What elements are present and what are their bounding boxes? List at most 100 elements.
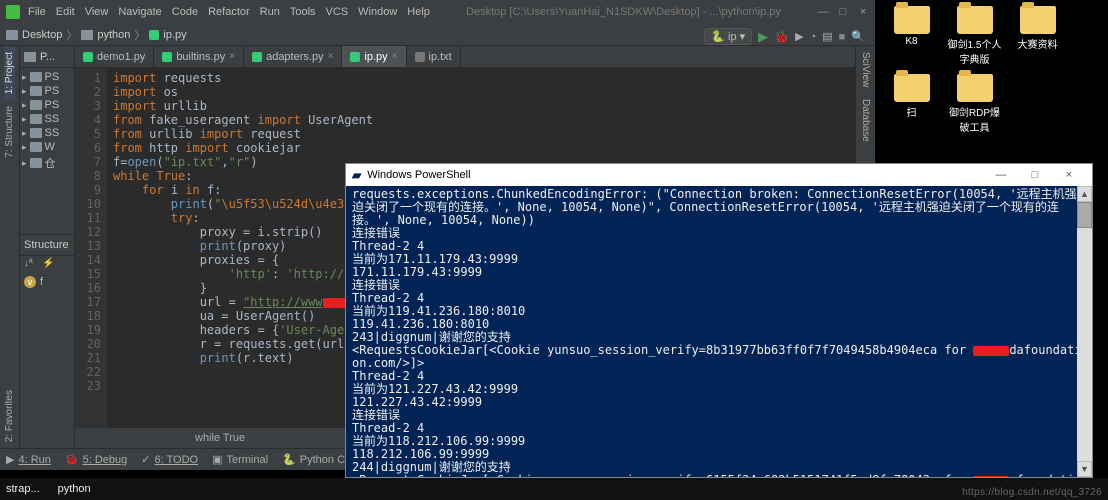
project-tree-item[interactable]: ▸PS	[20, 84, 74, 98]
sort-icon[interactable]: ↓ª	[24, 258, 38, 272]
scrollbar-thumb[interactable]	[1077, 202, 1092, 228]
folder-icon	[1020, 6, 1056, 34]
main-menu[interactable]: File Edit View Navigate Code Refactor Run Tools…	[28, 6, 430, 18]
powershell-window[interactable]: ▰ Windows PowerShell — □ × requests.exce…	[345, 163, 1093, 478]
project-tree-item[interactable]: ▸SS	[20, 112, 74, 126]
minimize-icon[interactable]: —	[817, 6, 829, 18]
editor-tab-ip-txt[interactable]: ip.txt	[407, 46, 461, 67]
desktop-folder[interactable]: 御剑RDP爆破工具	[947, 74, 1002, 134]
editor-tab-ip-py[interactable]: ip.py×	[342, 46, 406, 67]
favorites-tool-button[interactable]: 2: Favorites	[4, 384, 15, 448]
editor-tab-demo1-py[interactable]: demo1.py	[75, 46, 154, 67]
project-tree-item[interactable]: ▸PS	[20, 70, 74, 84]
desktop-folder[interactable]: K8	[884, 6, 939, 66]
python-file-icon	[252, 52, 262, 62]
project-tool-button[interactable]: 1: Project	[4, 46, 15, 100]
folder-icon	[30, 114, 42, 124]
project-tree-item[interactable]: ▸仓	[20, 154, 74, 172]
project-tree[interactable]: ▸PS▸PS▸PS▸SS▸SS▸W▸仓	[20, 68, 74, 174]
close-tab-icon[interactable]: ×	[392, 51, 398, 62]
gutter[interactable]: 1234567891011121314151617181920212223	[75, 68, 107, 428]
close-icon[interactable]: ×	[1052, 169, 1086, 181]
editor-tab-builtins-py[interactable]: builtins.py×	[154, 46, 244, 67]
menu-window[interactable]: Window	[358, 6, 397, 18]
minimize-icon[interactable]: —	[984, 169, 1018, 181]
scroll-down-icon[interactable]: ▼	[1077, 461, 1092, 477]
python-file-icon	[162, 52, 172, 62]
menu-help[interactable]: Help	[407, 6, 430, 18]
terminal-tool-button[interactable]: ▣ Terminal	[212, 453, 268, 466]
maximize-icon[interactable]: □	[1018, 169, 1052, 181]
folder-icon	[957, 6, 993, 34]
debug-icon[interactable]: 🐞	[774, 30, 789, 44]
menu-edit[interactable]: Edit	[56, 6, 75, 18]
structure-tool-button[interactable]: 7: Structure	[4, 100, 15, 164]
chevron-right-icon: 〉	[134, 27, 145, 43]
scrollbar-track[interactable]	[1077, 186, 1092, 477]
python-file-icon	[149, 30, 159, 40]
desktop-folder[interactable]: 大赛资料	[1010, 6, 1065, 66]
folder-icon	[6, 30, 18, 40]
close-tab-icon[interactable]: ×	[229, 51, 235, 62]
menu-navigate[interactable]: Navigate	[118, 6, 161, 18]
powershell-titlebar[interactable]: ▰ Windows PowerShell — □ ×	[346, 164, 1092, 186]
breadcrumb[interactable]: Desktop 〉 python 〉 ip.py 🐍 ip ▾ ▶ 🐞 ▶ ◔ …	[0, 24, 875, 46]
chevron-right-icon: 〉	[66, 27, 77, 43]
taskbar[interactable]: strap... python	[0, 478, 1108, 500]
filter-icon[interactable]: ⚡	[42, 258, 56, 272]
maximize-icon[interactable]: □	[837, 6, 849, 18]
folder-icon	[30, 86, 42, 96]
editor-tab-adapters-py[interactable]: adapters.py×	[244, 46, 342, 67]
coverage-icon[interactable]: ▶	[795, 30, 803, 43]
editor-tabs[interactable]: demo1.pybuiltins.py×adapters.py×ip.py×ip…	[75, 46, 855, 68]
powershell-title: Windows PowerShell	[367, 169, 470, 181]
menu-vcs[interactable]: VCS	[326, 6, 349, 18]
scroll-up-icon[interactable]: ▲	[1077, 186, 1092, 202]
database-tool-button[interactable]: Database	[860, 93, 871, 148]
menu-tools[interactable]: Tools	[290, 6, 316, 18]
project-tree-item[interactable]: ▸W	[20, 140, 74, 154]
taskbar-item[interactable]: strap...	[6, 483, 40, 495]
folder-icon	[30, 100, 42, 110]
structure-item[interactable]: v f	[20, 274, 74, 290]
debug-tool-button[interactable]: 🐞 5: Debug	[65, 453, 127, 466]
project-header[interactable]: P...	[20, 46, 74, 68]
window-controls[interactable]: — □ ×	[817, 6, 869, 18]
close-icon[interactable]: ×	[857, 6, 869, 18]
run-toolbar[interactable]: 🐍 ip ▾ ▶ 🐞 ▶ ◔ ▤ ■ 🔍	[704, 28, 865, 45]
folder-icon	[894, 6, 930, 34]
taskbar-item[interactable]: python	[58, 483, 91, 495]
stop-icon[interactable]: ■	[839, 31, 846, 43]
run-icon[interactable]: ▶	[758, 29, 768, 45]
powershell-output[interactable]: requests.exceptions.ChunkedEncodingError…	[346, 186, 1092, 477]
sciview-tool-button[interactable]: SciView	[860, 46, 871, 93]
python-file-icon	[83, 52, 93, 62]
profile-icon[interactable]: ◔	[810, 31, 817, 43]
folder-icon	[30, 158, 42, 168]
project-pane[interactable]: P... ▸PS▸PS▸PS▸SS▸SS▸W▸仓 Structure ↓ª ⚡ …	[20, 46, 75, 448]
desktop-folder[interactable]: 御剑1.5个人字典版	[947, 6, 1002, 66]
watermark: https://blog.csdn.net/qq_3726	[962, 487, 1102, 498]
text-file-icon	[415, 52, 425, 62]
run-config-select[interactable]: 🐍 ip ▾	[704, 28, 752, 45]
menu-view[interactable]: View	[85, 6, 109, 18]
todo-tool-button[interactable]: ✓ 6: TODO	[141, 453, 198, 466]
structure-header[interactable]: Structure	[20, 234, 74, 256]
project-tree-item[interactable]: ▸PS	[20, 98, 74, 112]
pycharm-icon	[6, 5, 20, 19]
structure-toolbar[interactable]: ↓ª ⚡	[20, 256, 74, 274]
menu-refactor[interactable]: Refactor	[208, 6, 250, 18]
menu-run[interactable]: Run	[260, 6, 280, 18]
folder-icon	[81, 30, 93, 40]
close-tab-icon[interactable]: ×	[328, 51, 334, 62]
desktop-folder[interactable]: 扫	[884, 74, 939, 134]
left-tool-stripe[interactable]: 1: Project 7: Structure 2: Favorites	[0, 46, 20, 448]
run-tool-button[interactable]: ▶ 4: Run	[6, 453, 51, 466]
variable-icon: v	[24, 276, 36, 288]
ide-titlebar[interactable]: File Edit View Navigate Code Refactor Run Tools…	[0, 0, 875, 24]
project-tree-item[interactable]: ▸SS	[20, 126, 74, 140]
menu-code[interactable]: Code	[172, 6, 198, 18]
concurrency-icon[interactable]: ▤	[822, 30, 832, 43]
search-icon[interactable]: 🔍	[851, 30, 865, 43]
menu-file[interactable]: File	[28, 6, 46, 18]
